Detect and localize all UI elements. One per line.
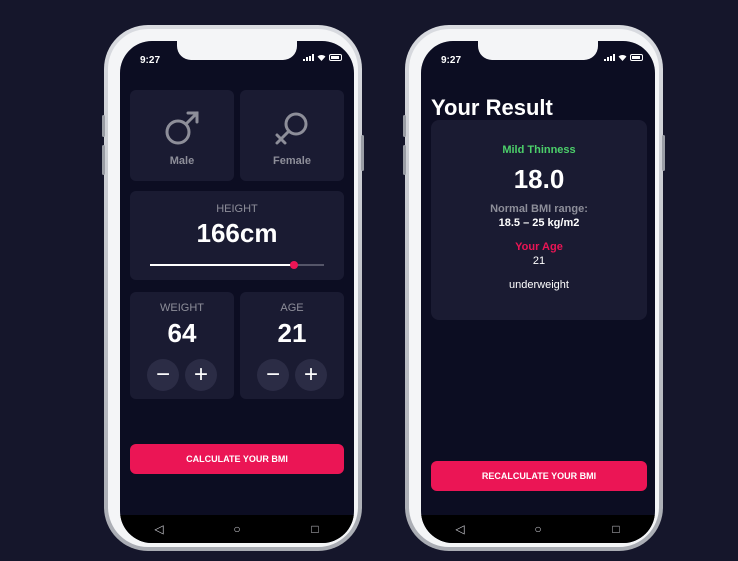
- screen: 9:27 Your Result Mild Thinness 18.0 Norm…: [421, 41, 655, 543]
- phone-shell: 9:27 Male Female HEIGHT 166cm WEIGHT 64 …: [108, 29, 358, 547]
- age-value: 21: [277, 318, 307, 348]
- status-icons: [604, 54, 643, 61]
- phone-side-button: [102, 145, 105, 175]
- gender-card-male[interactable]: Male: [130, 90, 234, 181]
- bmi-value: 18.0: [513, 164, 565, 194]
- phone-input-screen: 9:27 Male Female HEIGHT 166cm WEIGHT 64 …: [102, 25, 364, 551]
- phone-side-button: [361, 135, 364, 171]
- back-icon[interactable]: ◁: [144, 522, 174, 536]
- signal-icon: [303, 54, 314, 61]
- age-label: AGE: [280, 302, 304, 314]
- your-age-label: Your Age: [515, 241, 563, 253]
- age-decrease-button[interactable]: −: [257, 359, 289, 391]
- your-age-value: 21: [532, 255, 546, 267]
- recalculate-bmi-button[interactable]: RECALCULATE YOUR BMI: [431, 461, 647, 491]
- weight-card: WEIGHT 64 − +: [130, 292, 234, 399]
- home-icon[interactable]: ○: [222, 522, 252, 536]
- battery-icon: [329, 54, 342, 61]
- notch: [177, 41, 297, 60]
- age-stepper: − +: [240, 359, 344, 391]
- normal-range-label: Normal BMI range:: [490, 203, 588, 215]
- gender-card-female[interactable]: Female: [240, 90, 344, 181]
- phone-shell: 9:27 Your Result Mild Thinness 18.0 Norm…: [409, 29, 659, 547]
- gender-label-male: Male: [169, 155, 195, 167]
- height-slider[interactable]: [150, 261, 324, 269]
- calculate-bmi-button[interactable]: CALCULATE YOUR BMI: [130, 444, 344, 474]
- page-title: Your Result: [431, 95, 553, 120]
- weight-stepper: − +: [130, 359, 234, 391]
- android-nav-bar: ◁ ○ □: [120, 515, 354, 543]
- height-card: HEIGHT 166cm: [130, 191, 344, 280]
- recent-apps-icon[interactable]: □: [300, 522, 330, 536]
- wifi-icon: [618, 55, 627, 61]
- weight-value: 64: [167, 318, 197, 348]
- female-icon: [275, 112, 308, 145]
- result-card: Mild Thinness 18.0 Normal BMI range: 18.…: [431, 120, 647, 320]
- height-slider-fill: [150, 264, 295, 266]
- phone-result-screen: 9:27 Your Result Mild Thinness 18.0 Norm…: [403, 25, 665, 551]
- home-icon[interactable]: ○: [523, 522, 553, 536]
- signal-icon: [604, 54, 615, 61]
- wifi-icon: [317, 55, 326, 61]
- screen: 9:27 Male Female HEIGHT 166cm WEIGHT 64 …: [120, 41, 354, 543]
- notch: [478, 41, 598, 60]
- male-icon: [165, 111, 199, 145]
- normal-range-value: 18.5 – 25 kg/m2: [498, 217, 580, 229]
- bmi-interpretation: underweight: [509, 279, 569, 291]
- android-nav-bar: ◁ ○ □: [421, 515, 655, 543]
- gender-label-female: Female: [273, 155, 311, 167]
- phone-side-button: [662, 135, 665, 171]
- battery-icon: [630, 54, 643, 61]
- status-time: 9:27: [441, 55, 462, 66]
- phone-side-button: [403, 115, 406, 137]
- status-time: 9:27: [140, 55, 161, 66]
- status-icons: [303, 54, 342, 61]
- recent-apps-icon[interactable]: □: [601, 522, 631, 536]
- age-increase-button[interactable]: +: [295, 359, 327, 391]
- weight-label: WEIGHT: [160, 302, 204, 314]
- height-slider-thumb[interactable]: [290, 261, 299, 269]
- bmi-status: Mild Thinness: [502, 144, 576, 156]
- weight-decrease-button[interactable]: −: [147, 359, 179, 391]
- height-value: 166cm: [196, 218, 278, 248]
- phone-side-button: [102, 115, 105, 137]
- weight-increase-button[interactable]: +: [185, 359, 217, 391]
- back-icon[interactable]: ◁: [445, 522, 475, 536]
- phone-side-button: [403, 145, 406, 175]
- age-card: AGE 21 − +: [240, 292, 344, 399]
- height-label: HEIGHT: [216, 203, 258, 215]
